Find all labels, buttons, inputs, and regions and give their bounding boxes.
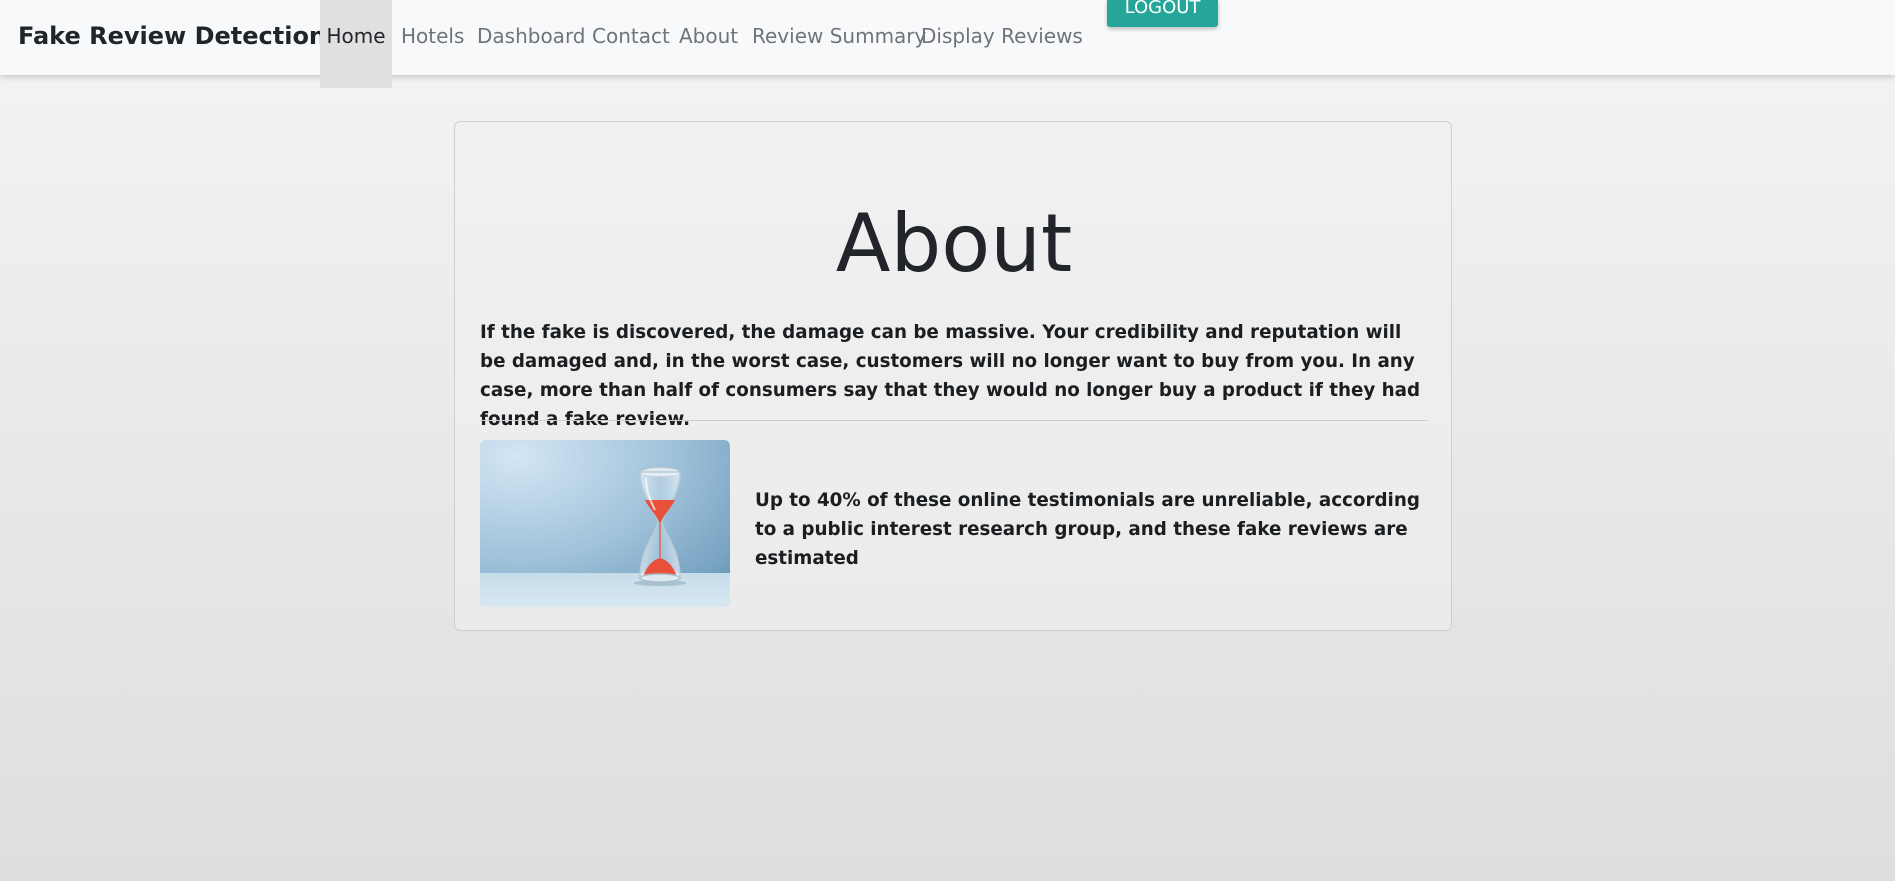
about-paragraph: If the fake is discovered, the damage ca… <box>480 322 1421 430</box>
nav-item-display-reviews[interactable]: Display Reviews <box>921 0 1083 72</box>
page-title: About <box>835 197 1073 290</box>
nav-item-home[interactable]: Home <box>320 0 392 88</box>
hourglass-image <box>480 440 730 607</box>
nav-item-hotels[interactable]: Hotels <box>401 0 464 72</box>
brand-title[interactable]: Fake Review Detection <box>18 0 326 72</box>
logout-button[interactable]: LOGOUT <box>1107 0 1218 27</box>
about-card: About If the fake is discovered, the dam… <box>454 121 1452 631</box>
statistic-text: Up to 40% of these online testimonials a… <box>755 490 1420 569</box>
divider <box>480 420 1428 421</box>
nav-item-dashboard[interactable]: Dashboard <box>477 0 586 72</box>
nav-item-review-summary[interactable]: Review Summary <box>752 0 926 72</box>
nav-item-contact[interactable]: Contact <box>592 0 670 72</box>
top-navbar: Fake Review Detection Home Hotels Dashbo… <box>0 0 1895 88</box>
nav-item-about[interactable]: About <box>679 0 738 72</box>
